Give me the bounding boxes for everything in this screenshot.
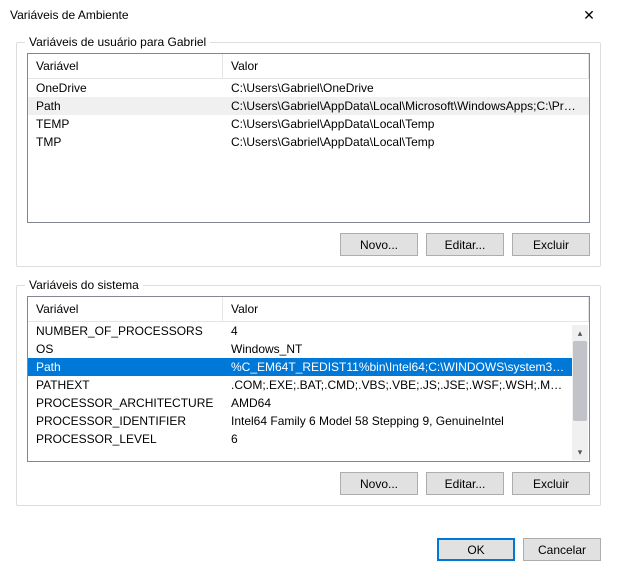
cell-variable: OS [28, 340, 223, 358]
scroll-up-icon[interactable]: ▴ [572, 325, 588, 341]
table-row[interactable]: PROCESSOR_LEVEL6 [28, 430, 573, 448]
cell-variable: PROCESSOR_IDENTIFIER [28, 412, 223, 430]
col-header-value[interactable]: Valor [223, 297, 589, 321]
cell-value: .COM;.EXE;.BAT;.CMD;.VBS;.VBE;.JS;.JSE;.… [223, 376, 573, 394]
scroll-down-icon[interactable]: ▾ [572, 444, 588, 460]
cancel-button[interactable]: Cancelar [523, 538, 601, 561]
user-vars-group: Variáveis de usuário para Gabriel Variáv… [16, 42, 601, 267]
table-row[interactable]: PATHEXT.COM;.EXE;.BAT;.CMD;.VBS;.VBE;.JS… [28, 376, 573, 394]
scroll-thumb[interactable] [573, 341, 587, 421]
cell-value: Windows_NT [223, 340, 573, 358]
table-row[interactable]: OneDriveC:\Users\Gabriel\OneDrive [28, 79, 589, 97]
user-edit-button[interactable]: Editar... [426, 233, 504, 256]
cell-value: C:\Users\Gabriel\AppData\Local\Temp [223, 133, 589, 151]
close-icon[interactable]: ✕ [569, 1, 609, 29]
cell-value: C:\Users\Gabriel\AppData\Local\Temp [223, 115, 589, 133]
cell-value: Intel64 Family 6 Model 58 Stepping 9, Ge… [223, 412, 573, 430]
system-new-button[interactable]: Novo... [340, 472, 418, 495]
titlebar: Variáveis de Ambiente ✕ [0, 0, 617, 30]
cell-value: C:\Users\Gabriel\OneDrive [223, 79, 589, 97]
ok-button[interactable]: OK [437, 538, 515, 561]
cell-variable: PATHEXT [28, 376, 223, 394]
cell-value: 4 [223, 322, 573, 340]
table-row[interactable]: TEMPC:\Users\Gabriel\AppData\Local\Temp [28, 115, 589, 133]
cell-variable: TMP [28, 133, 223, 151]
col-header-variable[interactable]: Variável [28, 297, 223, 321]
cell-value: %C_EM64T_REDIST11%bin\Intel64;C:\WINDOWS… [223, 358, 573, 376]
window-title: Variáveis de Ambiente [10, 8, 569, 22]
cell-variable: TEMP [28, 115, 223, 133]
cell-variable: PROCESSOR_LEVEL [28, 430, 223, 448]
system-vars-list[interactable]: Variável Valor NUMBER_OF_PROCESSORS4OSWi… [27, 296, 590, 462]
cell-value: AMD64 [223, 394, 573, 412]
user-delete-button[interactable]: Excluir [512, 233, 590, 256]
system-edit-button[interactable]: Editar... [426, 472, 504, 495]
system-vars-header: Variável Valor [28, 297, 589, 322]
table-row[interactable]: PathC:\Users\Gabriel\AppData\Local\Micro… [28, 97, 589, 115]
cell-value: 6 [223, 430, 573, 448]
table-row[interactable]: OSWindows_NT [28, 340, 573, 358]
table-row[interactable]: Path%C_EM64T_REDIST11%bin\Intel64;C:\WIN… [28, 358, 573, 376]
table-row[interactable]: PROCESSOR_ARCHITECTUREAMD64 [28, 394, 573, 412]
table-row[interactable]: PROCESSOR_IDENTIFIERIntel64 Family 6 Mod… [28, 412, 573, 430]
scrollbar[interactable]: ▴ ▾ [572, 325, 588, 460]
user-new-button[interactable]: Novo... [340, 233, 418, 256]
cell-variable: PROCESSOR_ARCHITECTURE [28, 394, 223, 412]
user-vars-header: Variável Valor [28, 54, 589, 79]
cell-variable: Path [28, 358, 223, 376]
cell-value: C:\Users\Gabriel\AppData\Local\Microsoft… [223, 97, 589, 115]
cell-variable: Path [28, 97, 223, 115]
system-vars-legend: Variáveis do sistema [25, 278, 143, 292]
table-row[interactable]: NUMBER_OF_PROCESSORS4 [28, 322, 573, 340]
system-vars-group: Variáveis do sistema Variável Valor NUMB… [16, 285, 601, 506]
cell-variable: OneDrive [28, 79, 223, 97]
cell-variable: NUMBER_OF_PROCESSORS [28, 322, 223, 340]
user-vars-legend: Variáveis de usuário para Gabriel [25, 35, 210, 49]
user-vars-list[interactable]: Variável Valor OneDriveC:\Users\Gabriel\… [27, 53, 590, 223]
col-header-value[interactable]: Valor [223, 54, 589, 78]
system-delete-button[interactable]: Excluir [512, 472, 590, 495]
col-header-variable[interactable]: Variável [28, 54, 223, 78]
table-row[interactable]: TMPC:\Users\Gabriel\AppData\Local\Temp [28, 133, 589, 151]
